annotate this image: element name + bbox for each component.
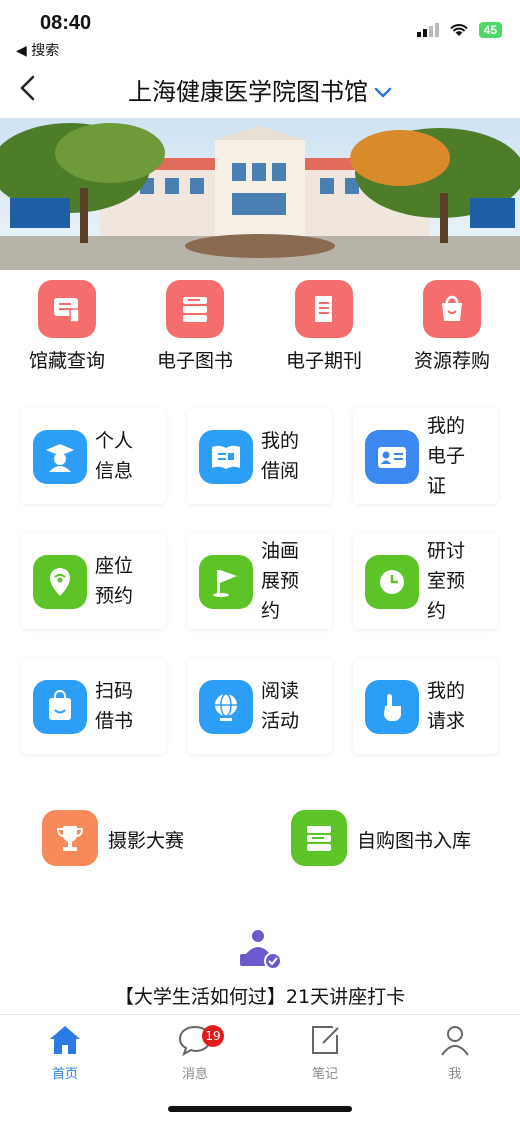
card-oil-painting-reservation[interactable]: 油画 展预约 (187, 533, 332, 629)
card-label-line: 预约 (95, 585, 134, 607)
card-label-line: 约 (261, 600, 281, 622)
tab-label: 消息 (181, 1067, 208, 1082)
quick-resource-purchase[interactable]: 资源荐购 (387, 280, 517, 373)
ebook-icon (166, 280, 224, 338)
catalog-search-icon (38, 280, 96, 338)
lecture-checkin-icon[interactable] (238, 926, 282, 970)
card-label-line: 信息 (95, 460, 134, 482)
quick-catalog-search[interactable]: 馆藏查询 (2, 280, 132, 373)
card-label-line: 研讨 (427, 540, 466, 562)
card-label-line: 活动 (261, 710, 300, 732)
tab-label: 笔记 (311, 1067, 338, 1082)
tab-notes[interactable]: 笔记 (260, 1023, 390, 1082)
back-to-search-link[interactable]: ◀ 搜索 (16, 40, 59, 60)
flag-icon (199, 555, 253, 609)
status-indicators: 45 (416, 22, 502, 38)
quick-ejournals[interactable]: 电子期刊 (259, 280, 389, 373)
card-label-line: 座位 (95, 555, 134, 577)
quick-ebooks[interactable]: 电子图书 (130, 280, 260, 373)
open-book-icon (199, 430, 253, 484)
wifi-icon (449, 24, 468, 36)
tab-label: 我 (448, 1067, 462, 1082)
tab-messages[interactable]: 19 消息 (130, 1023, 260, 1082)
quick-label: 资源荐购 (413, 350, 490, 372)
card-label-line: 扫码 (95, 680, 134, 702)
self-purchase-books-entry[interactable]: 自购图书入库 (291, 810, 501, 880)
page-title: 上海健康医学院图书馆 (128, 78, 368, 106)
trophy-icon (42, 810, 98, 866)
shopping-bag-icon (423, 280, 481, 338)
card-label-line: 请求 (427, 710, 466, 732)
library-selector[interactable]: 上海健康医学院图书馆 (0, 72, 520, 107)
card-label-line: 电子 (427, 445, 466, 467)
signal-icon (416, 23, 439, 37)
tab-label: 首页 (51, 1067, 78, 1082)
library-banner-image[interactable] (0, 118, 520, 270)
card-label-line: 证 (427, 475, 447, 497)
scan-bag-icon (33, 680, 87, 734)
card-reading-activities[interactable]: 阅读 活动 (187, 658, 332, 754)
tab-me[interactable]: 我 (390, 1023, 520, 1082)
card-scan-borrow[interactable]: 扫码 借书 (21, 658, 166, 754)
chevron-down-icon (374, 87, 392, 98)
card-label-line: 我的 (261, 430, 300, 452)
status-time: 08:40 (40, 12, 92, 34)
card-label-line: 室预 (427, 570, 466, 592)
card-label-line: 借阅 (261, 460, 300, 482)
battery-indicator: 45 (478, 22, 502, 38)
id-card-icon (365, 430, 419, 484)
message-badge: 19 (202, 1025, 224, 1047)
person-icon (441, 1026, 469, 1056)
book-stack-icon (291, 810, 347, 866)
home-icon (50, 1026, 80, 1054)
card-label-line: 油画 (261, 540, 300, 562)
card-label-line: 个人 (95, 430, 134, 452)
card-my-requests[interactable]: 我的 请求 (353, 658, 498, 754)
card-my-borrowing[interactable]: 我的 借阅 (187, 408, 332, 504)
pointing-hand-icon (365, 680, 419, 734)
card-study-room-reservation[interactable]: 研讨 室预约 (353, 533, 498, 629)
quick-label: 电子图书 (156, 350, 233, 372)
graduate-avatar-icon (33, 430, 87, 484)
card-label-line: 阅读 (261, 680, 300, 702)
card-label-line: 我的 (427, 680, 466, 702)
home-indicator (168, 1106, 352, 1112)
edit-note-icon (312, 1026, 339, 1054)
card-seat-reservation[interactable]: 座位 预约 (21, 533, 166, 629)
quick-label: 馆藏查询 (28, 350, 105, 372)
quick-label: 电子期刊 (285, 350, 362, 372)
card-personal-info[interactable]: 个人 信息 (21, 408, 166, 504)
tab-home[interactable]: 首页 (0, 1023, 130, 1082)
card-label-line: 约 (427, 600, 447, 622)
card-my-e-card[interactable]: 我的 电子证 (353, 408, 498, 504)
card-label-line: 借书 (95, 710, 134, 732)
clock-icon (365, 555, 419, 609)
location-pin-icon (33, 555, 87, 609)
photo-contest-entry[interactable]: 摄影大赛 (42, 810, 212, 880)
wide-label: 自购图书入库 (357, 830, 472, 852)
card-label-line: 我的 (427, 415, 466, 437)
ejournal-icon (295, 280, 353, 338)
globe-icon (199, 680, 253, 734)
promo-banner-text[interactable]: 【大学生活如何过】21天讲座打卡 (0, 982, 520, 1009)
wide-label: 摄影大赛 (108, 830, 185, 852)
card-label-line: 展预 (261, 570, 300, 592)
